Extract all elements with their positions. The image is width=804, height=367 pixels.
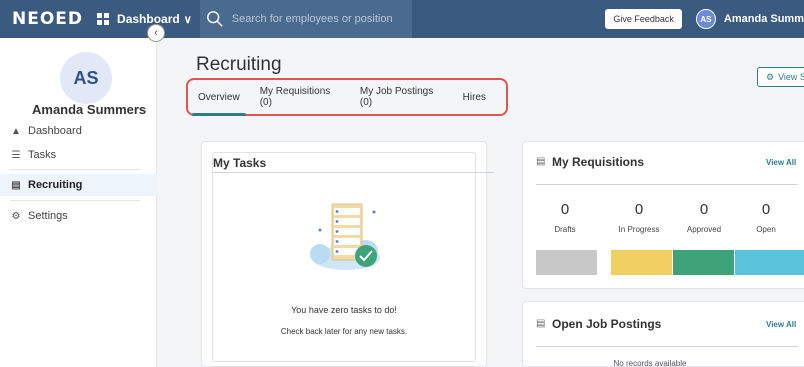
- stat-in-progress-bar: [611, 250, 672, 275]
- sidebar-collapse-button[interactable]: ‹: [147, 24, 165, 42]
- recruiting-tabs: Overview My Requisitions (0) My Job Post…: [186, 78, 508, 116]
- view-settings-button[interactable]: ⚙ View S: [757, 67, 804, 87]
- sidebar-divider: [10, 169, 140, 170]
- document-icon: ▤: [536, 318, 546, 329]
- tab-my-job-postings[interactable]: My Job Postings (0): [360, 84, 443, 110]
- sidebar-divider: [10, 200, 140, 201]
- apps-grid-icon[interactable]: [97, 13, 110, 25]
- chevron-left-icon: ‹: [154, 27, 158, 39]
- sidebar-user-name: Amanda Summers: [32, 102, 147, 117]
- top-navigation-bar: NEOED Dashboard ∨ Give Feedback AS Amand…: [0, 0, 804, 38]
- stat-approved-count: 0: [699, 201, 709, 218]
- stat-approved-label: Approved: [686, 225, 722, 234]
- empty-tasks-illustration: [310, 203, 380, 270]
- dashboard-menu-label: Dashboard: [117, 12, 180, 26]
- neoed-logo[interactable]: NEOED: [12, 9, 83, 29]
- stat-in-progress-label: In Progress: [618, 225, 660, 234]
- sidebar-item-dashboard[interactable]: ▲ Dashboard: [0, 120, 157, 142]
- tasks-empty-submessage: Check back later for any new tasks.: [280, 327, 408, 336]
- stat-approved-bar: [673, 250, 734, 275]
- job-postings-view-all-link[interactable]: View All: [766, 320, 796, 329]
- sidebar-avatar: AS: [60, 52, 112, 104]
- gear-icon: ⚙: [11, 210, 21, 222]
- stat-in-progress-count: 0: [634, 201, 644, 218]
- tasks-card-title: My Tasks: [213, 156, 267, 170]
- tab-overview[interactable]: Overview: [192, 84, 246, 116]
- requisitions-view-all-link[interactable]: View All: [766, 158, 796, 167]
- document-icon: ▤: [11, 179, 21, 191]
- search-icon: [206, 11, 223, 27]
- sidebar-item-label: Settings: [28, 210, 68, 222]
- user-avatar[interactable]: AS: [695, 9, 716, 29]
- requisitions-card-divider: [536, 184, 798, 185]
- job-postings-card-divider: [536, 346, 798, 347]
- sidebar-item-tasks[interactable]: ☰ Tasks: [0, 144, 157, 166]
- chevron-down-icon: ∨: [183, 13, 192, 26]
- sidebar-item-label: Dashboard: [28, 125, 82, 137]
- stat-open-bar: [735, 250, 804, 275]
- stat-drafts-count: 0: [560, 201, 570, 218]
- document-icon: ▤: [536, 156, 546, 167]
- search-input[interactable]: [231, 13, 392, 25]
- sidebar-item-label: Recruiting: [28, 179, 83, 191]
- tab-my-requisitions[interactable]: My Requisitions (0): [260, 84, 340, 110]
- search-box[interactable]: [199, 0, 412, 38]
- sidebar-item-label: Tasks: [28, 149, 57, 161]
- stat-open-count: 0: [761, 201, 771, 218]
- give-feedback-button[interactable]: Give Feedback: [605, 9, 682, 29]
- user-name-menu[interactable]: Amanda Summ: [724, 13, 804, 25]
- job-postings-card: [522, 301, 804, 367]
- sidebar-item-settings[interactable]: ⚙ Settings: [0, 205, 157, 227]
- sidebar-item-recruiting[interactable]: ▤ Recruiting: [0, 174, 157, 196]
- tasks-empty-message: You have zero tasks to do!: [291, 305, 397, 315]
- page-title: Recruiting: [196, 54, 282, 75]
- gear-icon: ⚙: [766, 71, 775, 82]
- sidebar: AS Amanda Summers ▲ Dashboard ☰ Tasks ▤ …: [0, 38, 157, 367]
- home-icon: ▲: [11, 125, 21, 137]
- stat-drafts-label: Drafts: [554, 225, 576, 234]
- tab-hires[interactable]: Hires: [463, 84, 486, 110]
- stat-drafts-bar: [536, 250, 597, 275]
- requisitions-card-title: My Requisitions: [552, 155, 645, 169]
- view-button-label: View S: [778, 72, 804, 82]
- no-records-message: No records available: [613, 359, 687, 367]
- stat-open-label: Open: [756, 225, 776, 234]
- job-postings-card-title: Open Job Postings: [552, 317, 662, 331]
- list-icon: ☰: [11, 149, 21, 161]
- tasks-card-divider: [212, 172, 494, 173]
